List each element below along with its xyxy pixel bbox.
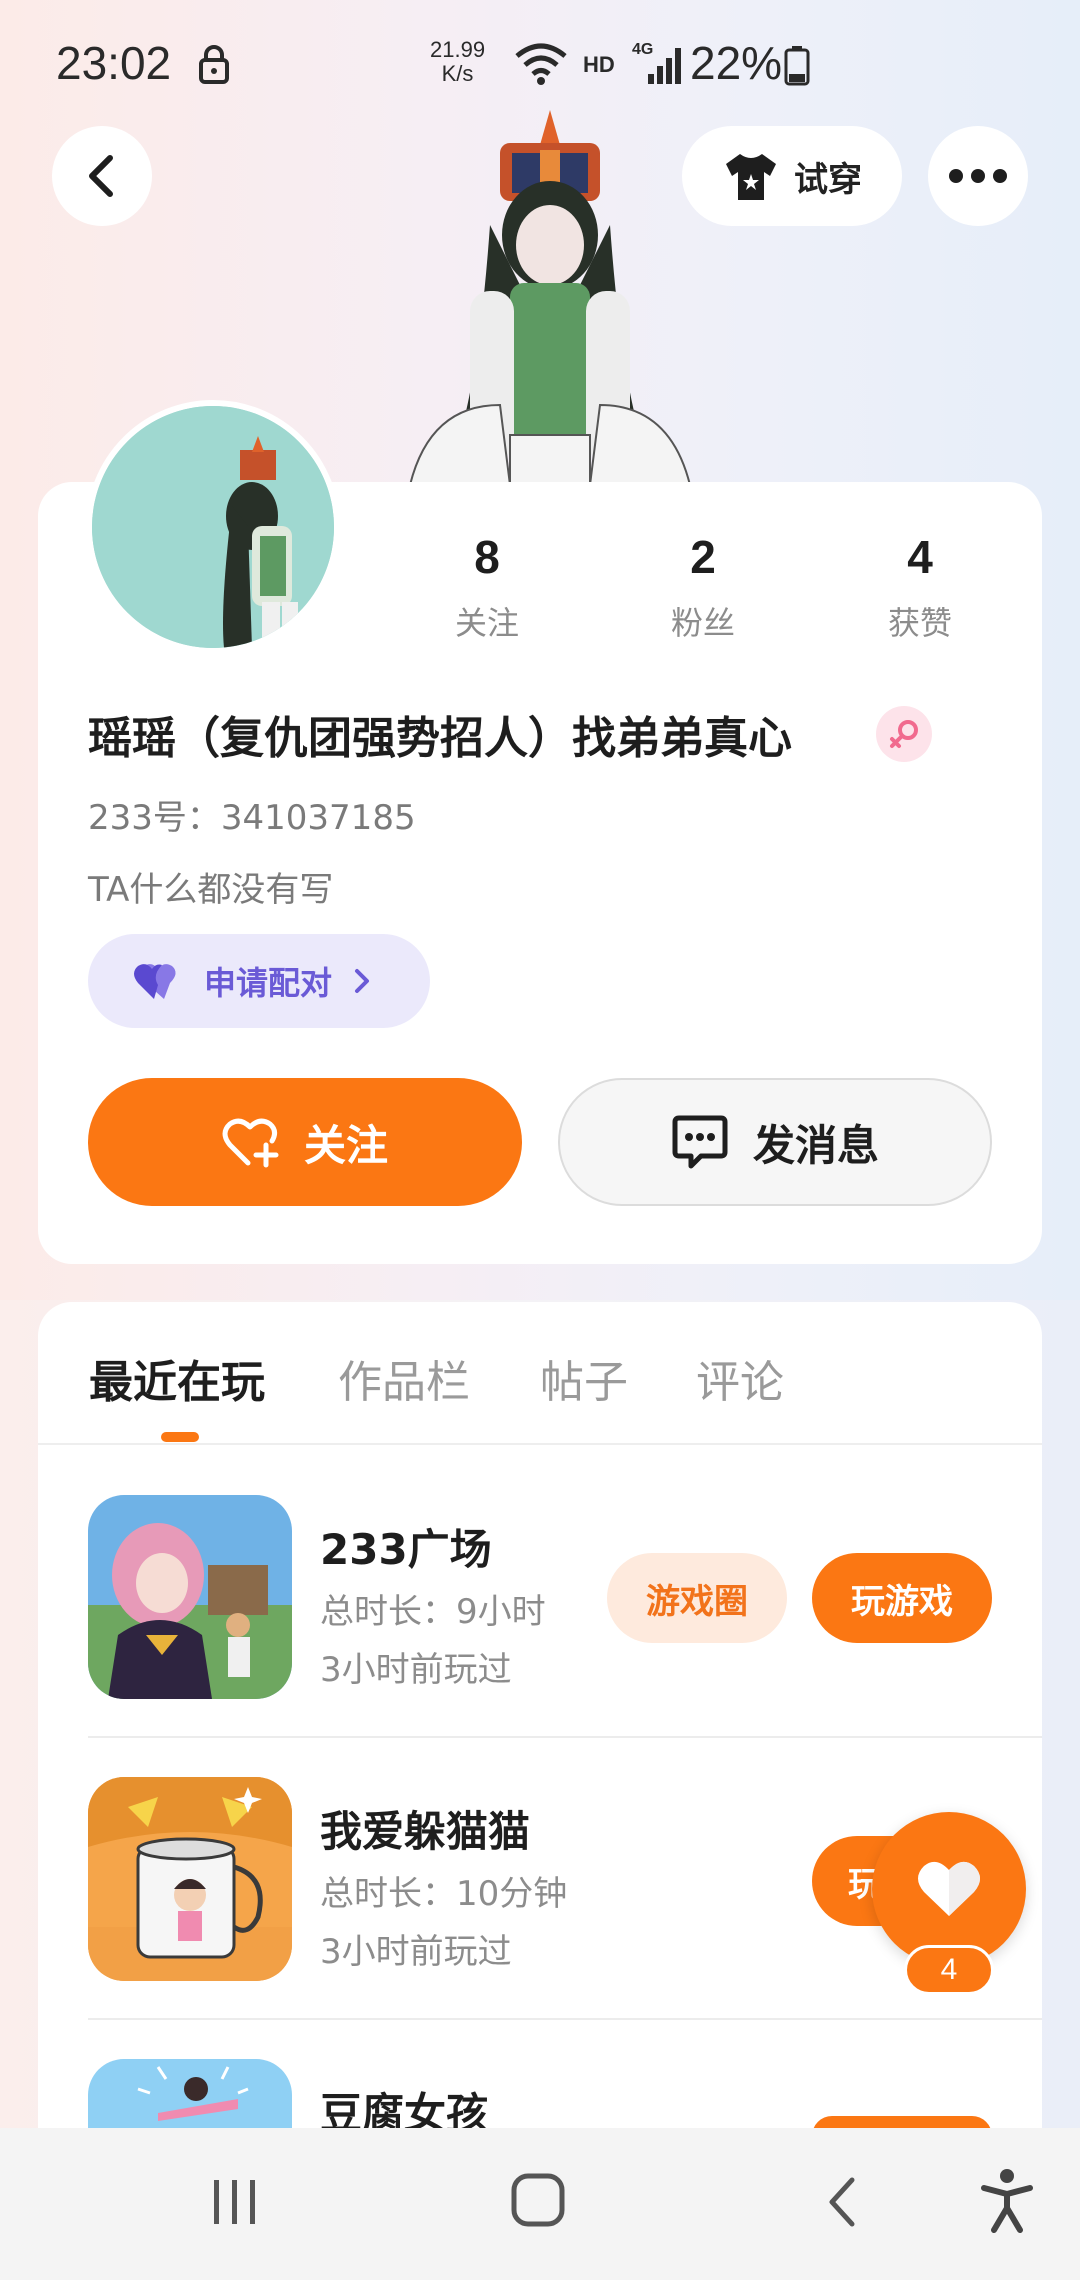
user-bio: TA什么都没有写 [88, 870, 334, 910]
recent-apps-icon[interactable] [210, 2176, 260, 2228]
tab-indicator [161, 1432, 199, 1442]
user-id: 233号：341037185 [88, 798, 416, 838]
wifi-icon [515, 43, 567, 85]
home-icon[interactable] [510, 2172, 566, 2228]
try-on-button[interactable]: 试穿 [682, 126, 902, 226]
game-last-played: 3小时前玩过 [320, 1650, 512, 1690]
female-gender-icon [876, 706, 932, 762]
net-speed-unit: K/s [441, 61, 474, 86]
tshirt-icon [726, 154, 776, 200]
floating-like-button[interactable] [872, 1812, 1026, 1966]
game-art [88, 1495, 292, 1699]
game-circle-button[interactable]: 游戏圈 [607, 1553, 787, 1643]
signal-4g-icon: 4G [632, 41, 681, 84]
accessibility-icon[interactable] [980, 2168, 1034, 2234]
divider [38, 1443, 1042, 1445]
game-title[interactable]: 233广场 [320, 1516, 492, 1577]
game-icon-hide-and-seek[interactable] [88, 1777, 292, 1981]
send-message-button[interactable]: 发消息 [558, 1078, 992, 1206]
net-speed: 21.99 K/s [430, 38, 485, 86]
lock-icon [199, 45, 229, 84]
stat-value: 8 [474, 531, 500, 583]
status-time: 23:02 [56, 37, 172, 89]
net-speed-value: 21.99 [430, 37, 486, 62]
stat-label: 获赞 [887, 604, 952, 642]
try-on-label: 试穿 [794, 159, 862, 200]
divider [88, 2018, 1042, 2020]
stat-following[interactable]: 8 关注 [407, 530, 567, 644]
game-art [88, 1777, 292, 1981]
stat-label: 粉丝 [670, 604, 735, 642]
game-icon-233-square[interactable] [88, 1495, 292, 1699]
game-last-played: 3小时前玩过 [320, 1932, 512, 1972]
stat-value: 4 [907, 531, 933, 583]
heart-plus-icon [222, 1118, 279, 1168]
tab-recently-played[interactable]: 最近在玩 [89, 1346, 265, 1410]
stat-likes[interactable]: 4 获赞 [840, 530, 1000, 644]
apply-pair-button[interactable]: 申请配对 [88, 934, 430, 1028]
double-heart-icon [134, 964, 176, 999]
chevron-left-icon [89, 155, 113, 197]
more-options-button[interactable] [928, 126, 1028, 226]
chevron-right-icon [355, 969, 370, 993]
pair-label: 申请配对 [204, 964, 333, 1002]
chat-bubble-icon [672, 1115, 728, 1169]
game-title[interactable]: 我爱躲猫猫 [320, 1798, 530, 1859]
hd-indicator: HD [583, 52, 615, 77]
network-type: 4G [632, 41, 653, 58]
back-button[interactable] [52, 126, 152, 226]
game-duration: 总时长：10分钟 [320, 1874, 568, 1914]
stat-value: 2 [690, 531, 716, 583]
profile-name: 瑶瑶（复仇团强势招人）找弟弟真心 [88, 713, 792, 764]
heart-icon [918, 1861, 980, 1916]
stat-followers[interactable]: 2 粉丝 [623, 530, 783, 644]
more-dots-icon [949, 169, 1007, 183]
back-nav-icon[interactable] [822, 2174, 862, 2230]
divider [88, 1736, 1042, 1738]
game-art [88, 2059, 292, 2129]
female-symbol-icon [890, 720, 918, 748]
battery-icon [784, 46, 810, 86]
tab-comments[interactable]: 评论 [696, 1346, 784, 1410]
system-nav-bar [0, 2128, 1080, 2280]
tab-posts[interactable]: 帖子 [540, 1346, 628, 1410]
message-label: 发消息 [752, 1120, 879, 1170]
follow-label: 关注 [303, 1120, 388, 1170]
like-count-badge: 4 [904, 1945, 994, 1995]
battery-percent: 22% [690, 37, 783, 89]
follow-button[interactable]: 关注 [88, 1078, 522, 1206]
character-avatar-figure [408, 110, 692, 485]
tab-works[interactable]: 作品栏 [338, 1346, 470, 1410]
game-duration: 总时长：9小时 [320, 1592, 546, 1632]
game-icon-tofu-girl[interactable] [88, 2059, 292, 2129]
avatar[interactable] [86, 400, 340, 654]
avatar-image [92, 406, 334, 648]
stat-label: 关注 [454, 604, 519, 642]
play-game-button[interactable]: 玩游戏 [812, 1553, 992, 1643]
